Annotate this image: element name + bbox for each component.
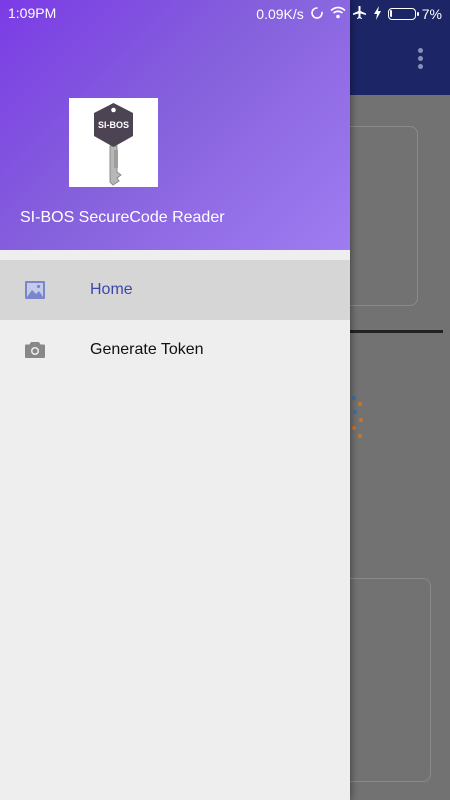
image-icon <box>23 278 47 302</box>
app-logo: SI-BOS <box>69 98 158 187</box>
overflow-menu-icon <box>414 48 426 72</box>
status-time: 1:09PM <box>8 5 57 21</box>
drawer-item-label: Generate Token <box>90 341 204 358</box>
sync-icon <box>310 6 324 23</box>
drawer-menu: Home Generate Token <box>0 260 350 380</box>
wifi-icon <box>330 6 346 22</box>
battery-fill <box>389 10 392 17</box>
drawer-item-label: Home <box>90 281 133 298</box>
drawer-item-generate-token[interactable]: Generate Token <box>0 320 350 380</box>
airplane-icon <box>352 5 367 23</box>
key-logo-icon: SI-BOS <box>94 103 133 186</box>
drawer-app-name: SI-BOS SecureCode Reader <box>20 209 225 226</box>
status-bar: 1:09PM 0.09K/s 7% <box>0 0 450 25</box>
drawer-item-home[interactable]: Home <box>0 260 350 320</box>
background-graphic <box>350 396 364 442</box>
drawer-header: SI-BOS SI-BOS SecureCode Reader <box>0 0 350 250</box>
battery-icon <box>387 8 419 20</box>
navigation-drawer: SI-BOS SI-BOS SecureCode Reader Home Gen… <box>0 0 350 800</box>
charging-icon <box>373 5 382 23</box>
network-speed: 0.09K/s <box>256 6 304 22</box>
logo-text: SI-BOS <box>98 120 129 130</box>
camera-icon <box>23 338 47 362</box>
battery-percent: 7% <box>421 6 442 22</box>
